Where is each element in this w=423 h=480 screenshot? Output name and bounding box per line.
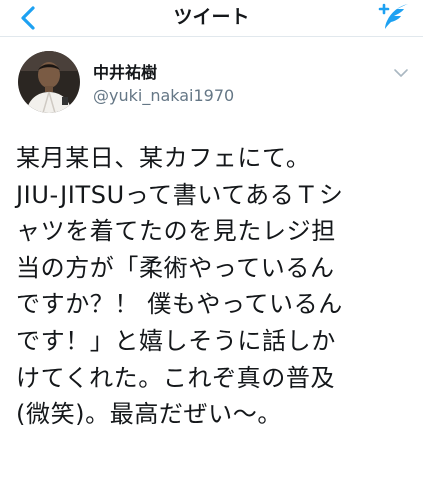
compose-tweet-button[interactable] [377, 2, 411, 32]
page-title: ツイート [173, 6, 250, 28]
user-handle[interactable]: @yuki_nakai1970 [93, 86, 234, 106]
tweet-options-button[interactable] [393, 64, 409, 77]
header-divider [0, 36, 423, 37]
tweet-line: ャツを着てたのを見たレジ担 [16, 217, 336, 246]
avatar-photo [18, 51, 80, 113]
tweet-line: けてくれた。これぞ真の普及 [16, 363, 336, 392]
tweet-text: 某月某日、某カフェにて。 JIU-JITSUって書いてあるＴシ ャツを着てたのを… [16, 140, 416, 433]
compose-tweet-icon [378, 3, 408, 29]
tweet-line: です！」と嬉しそうに話しか [16, 326, 336, 355]
chevron-down-icon [394, 69, 408, 77]
avatar[interactable] [18, 51, 80, 113]
tweet-line: JIU-JITSUって書いてあるＴシ [16, 180, 344, 209]
tweet-line: 当の方が「柔術やっているん [16, 253, 335, 282]
navigation-bar: ツイート [0, 0, 423, 36]
user-display-name[interactable]: 中井祐樹 [93, 63, 157, 83]
tweet-line: 某月某日、某カフェにて。 [16, 144, 311, 172]
tweet-line: ですか？！ 僕もやっているん [16, 290, 343, 319]
tweet-line: (微笑)。最高だぜい〜。 [16, 400, 282, 429]
